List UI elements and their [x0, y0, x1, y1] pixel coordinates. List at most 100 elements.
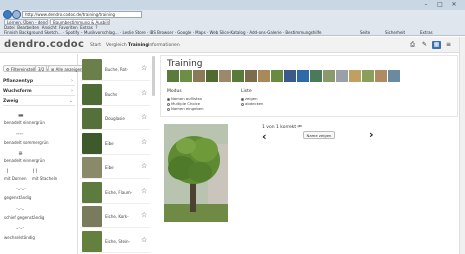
sub-opposite-icon[interactable]: ·-·-: [16, 206, 24, 213]
species-row[interactable]: Eiche, Stein- ☆: [80, 230, 150, 253]
species-thumbnail[interactable]: [82, 59, 102, 80]
section-wuchsform[interactable]: Wuchsform ›: [3, 87, 75, 96]
modus-option-2[interactable]: Namen eingeben: [167, 106, 204, 111]
species-row[interactable]: Buche, Rot- ☆: [80, 58, 150, 81]
needle-icon[interactable]: ╌╌: [16, 131, 23, 138]
previous-arrow-icon[interactable]: ‹: [262, 131, 267, 142]
species-thumbnail[interactable]: [82, 132, 102, 154]
prickle-icon[interactable]: ⌇⌇: [32, 168, 38, 175]
species-name: Eiche, Flaum-: [105, 189, 133, 195]
species-row[interactable]: Eibe ☆: [80, 156, 150, 179]
score-text: 1 von 1 korrekt: [262, 125, 297, 130]
star-icon[interactable]: ☆: [141, 187, 147, 195]
strip-thumbnail[interactable]: [167, 70, 179, 82]
wrench-icon[interactable]: ✎: [420, 41, 429, 49]
first-icon[interactable]: ⏮: [298, 125, 302, 130]
favorite-link[interactable]: Finnish Background Sketch...: [4, 30, 62, 35]
species-row[interactable]: Buchs ☆: [80, 83, 150, 106]
strip-thumbnail[interactable]: [193, 70, 205, 82]
species-row[interactable]: Eiche, Kork- ☆: [80, 205, 150, 228]
strip-thumbnail[interactable]: [284, 70, 296, 82]
leaf-option[interactable]: benadelt einnergrün: [4, 120, 45, 125]
star-icon[interactable]: ☆: [141, 138, 147, 146]
back-icon[interactable]: [3, 10, 12, 19]
strip-thumbnail[interactable]: [388, 70, 400, 82]
page-menu[interactable]: Seite: [360, 30, 370, 36]
page-scrollbar[interactable]: [459, 37, 465, 254]
app-header: dendro.codoc Start Vergleich Training In…: [0, 37, 465, 53]
opposite-icon[interactable]: ·-·-·: [16, 186, 26, 193]
minimize-icon[interactable]: –: [420, 1, 432, 8]
list-icon[interactable]: ≡: [444, 41, 453, 49]
star-icon[interactable]: ☆: [141, 64, 147, 72]
nav-informationen[interactable]: Informationen: [148, 43, 180, 48]
star-icon[interactable]: ☆: [141, 236, 147, 244]
maximize-icon[interactable]: □: [434, 1, 446, 8]
favorite-link[interactable]: Web Slice-Katalog: [210, 30, 246, 35]
strip-thumbnail[interactable]: [336, 70, 348, 82]
species-list-scrollbar[interactable]: [152, 56, 155, 96]
favorite-link[interactable]: IBS Browser: [150, 30, 174, 35]
section-zweig[interactable]: Zweig ⌄: [3, 97, 75, 106]
strip-thumbnail[interactable]: [362, 70, 374, 82]
strip-thumbnail[interactable]: [271, 70, 283, 82]
security-menu[interactable]: Sicherheit: [385, 30, 405, 36]
leaf-option[interactable]: mit Stacheln: [32, 176, 57, 181]
star-icon[interactable]: ☆: [141, 162, 147, 170]
species-row[interactable]: Eiche, Flaum- ☆: [80, 181, 150, 204]
favorite-link[interactable]: Leslie Store: [122, 30, 145, 35]
favorite-link[interactable]: Maps: [195, 30, 206, 35]
leaf-option[interactable]: benadelt sommergrün: [4, 140, 49, 145]
strip-thumbnail[interactable]: [219, 70, 231, 82]
forward-icon[interactable]: [12, 10, 21, 19]
species-thumbnail[interactable]: [82, 206, 102, 227]
address-bar[interactable]: http://www.dendro.codoc.de/training/trai…: [22, 11, 142, 18]
nav-training[interactable]: Training: [128, 43, 149, 48]
strip-thumbnail[interactable]: [245, 70, 257, 82]
grid-icon[interactable]: ▦: [432, 41, 441, 49]
species-thumbnail[interactable]: [82, 83, 102, 105]
strip-thumbnail[interactable]: [206, 70, 218, 82]
strip-thumbnail[interactable]: [375, 70, 387, 82]
show-name-button[interactable]: Name zeigen: [303, 131, 335, 139]
strip-thumbnail[interactable]: [180, 70, 192, 82]
star-icon[interactable]: ☆: [141, 89, 147, 97]
species-thumbnail[interactable]: [82, 230, 102, 252]
leaf-option[interactable]: schief gegenständig: [4, 215, 44, 220]
nav-vergleich[interactable]: Vergleich: [106, 43, 127, 48]
favorite-link[interactable]: Google: [177, 30, 191, 35]
nav-start[interactable]: Start: [90, 43, 101, 48]
species-name: Douglasie: [105, 116, 125, 121]
species-thumbnail[interactable]: [82, 108, 102, 129]
next-arrow-icon[interactable]: ›: [369, 129, 374, 140]
liste-option-1[interactable]: abdecken: [241, 101, 263, 106]
species-thumbnail[interactable]: [82, 181, 102, 203]
tools-menu[interactable]: Extras: [420, 30, 433, 36]
print-icon[interactable]: ⎙: [408, 41, 417, 49]
strip-thumbnail[interactable]: [232, 70, 244, 82]
star-icon[interactable]: ☆: [141, 211, 147, 219]
strip-thumbnail[interactable]: [349, 70, 361, 82]
alternate-icon[interactable]: -·-·: [16, 225, 24, 232]
favorite-link[interactable]: Bestimmungshilfe: [285, 30, 321, 35]
leaf-option[interactable]: benadelt einnergrün: [4, 158, 45, 163]
species-row[interactable]: Douglasie ☆: [80, 107, 150, 130]
favorite-link[interactable]: Add-ons-Galerie: [249, 30, 281, 35]
thorn-icon[interactable]: ⌇: [6, 168, 9, 175]
leaf-option[interactable]: gegenständig: [4, 195, 31, 200]
species-thumbnail[interactable]: [82, 157, 102, 178]
app-logo[interactable]: dendro.codoc: [4, 39, 84, 50]
needle-cluster-icon[interactable]: ⋇: [18, 150, 23, 157]
close-icon[interactable]: ✕: [448, 1, 460, 8]
needle-icon[interactable]: ▬: [18, 112, 24, 119]
strip-thumbnail[interactable]: [258, 70, 270, 82]
strip-thumbnail[interactable]: [323, 70, 335, 82]
leaf-option[interactable]: wechselständig: [4, 235, 35, 240]
species-row[interactable]: Eibe ☆: [80, 132, 150, 155]
leaf-option[interactable]: mit Dornen: [4, 176, 26, 181]
favorite-link[interactable]: Spotify – Musikvorschlag...: [65, 30, 118, 35]
section-pflanzentyp[interactable]: Pflanzentyp ›: [3, 77, 75, 86]
star-icon[interactable]: ☆: [141, 113, 147, 121]
strip-thumbnail[interactable]: [310, 70, 322, 82]
strip-thumbnail[interactable]: [297, 70, 309, 82]
